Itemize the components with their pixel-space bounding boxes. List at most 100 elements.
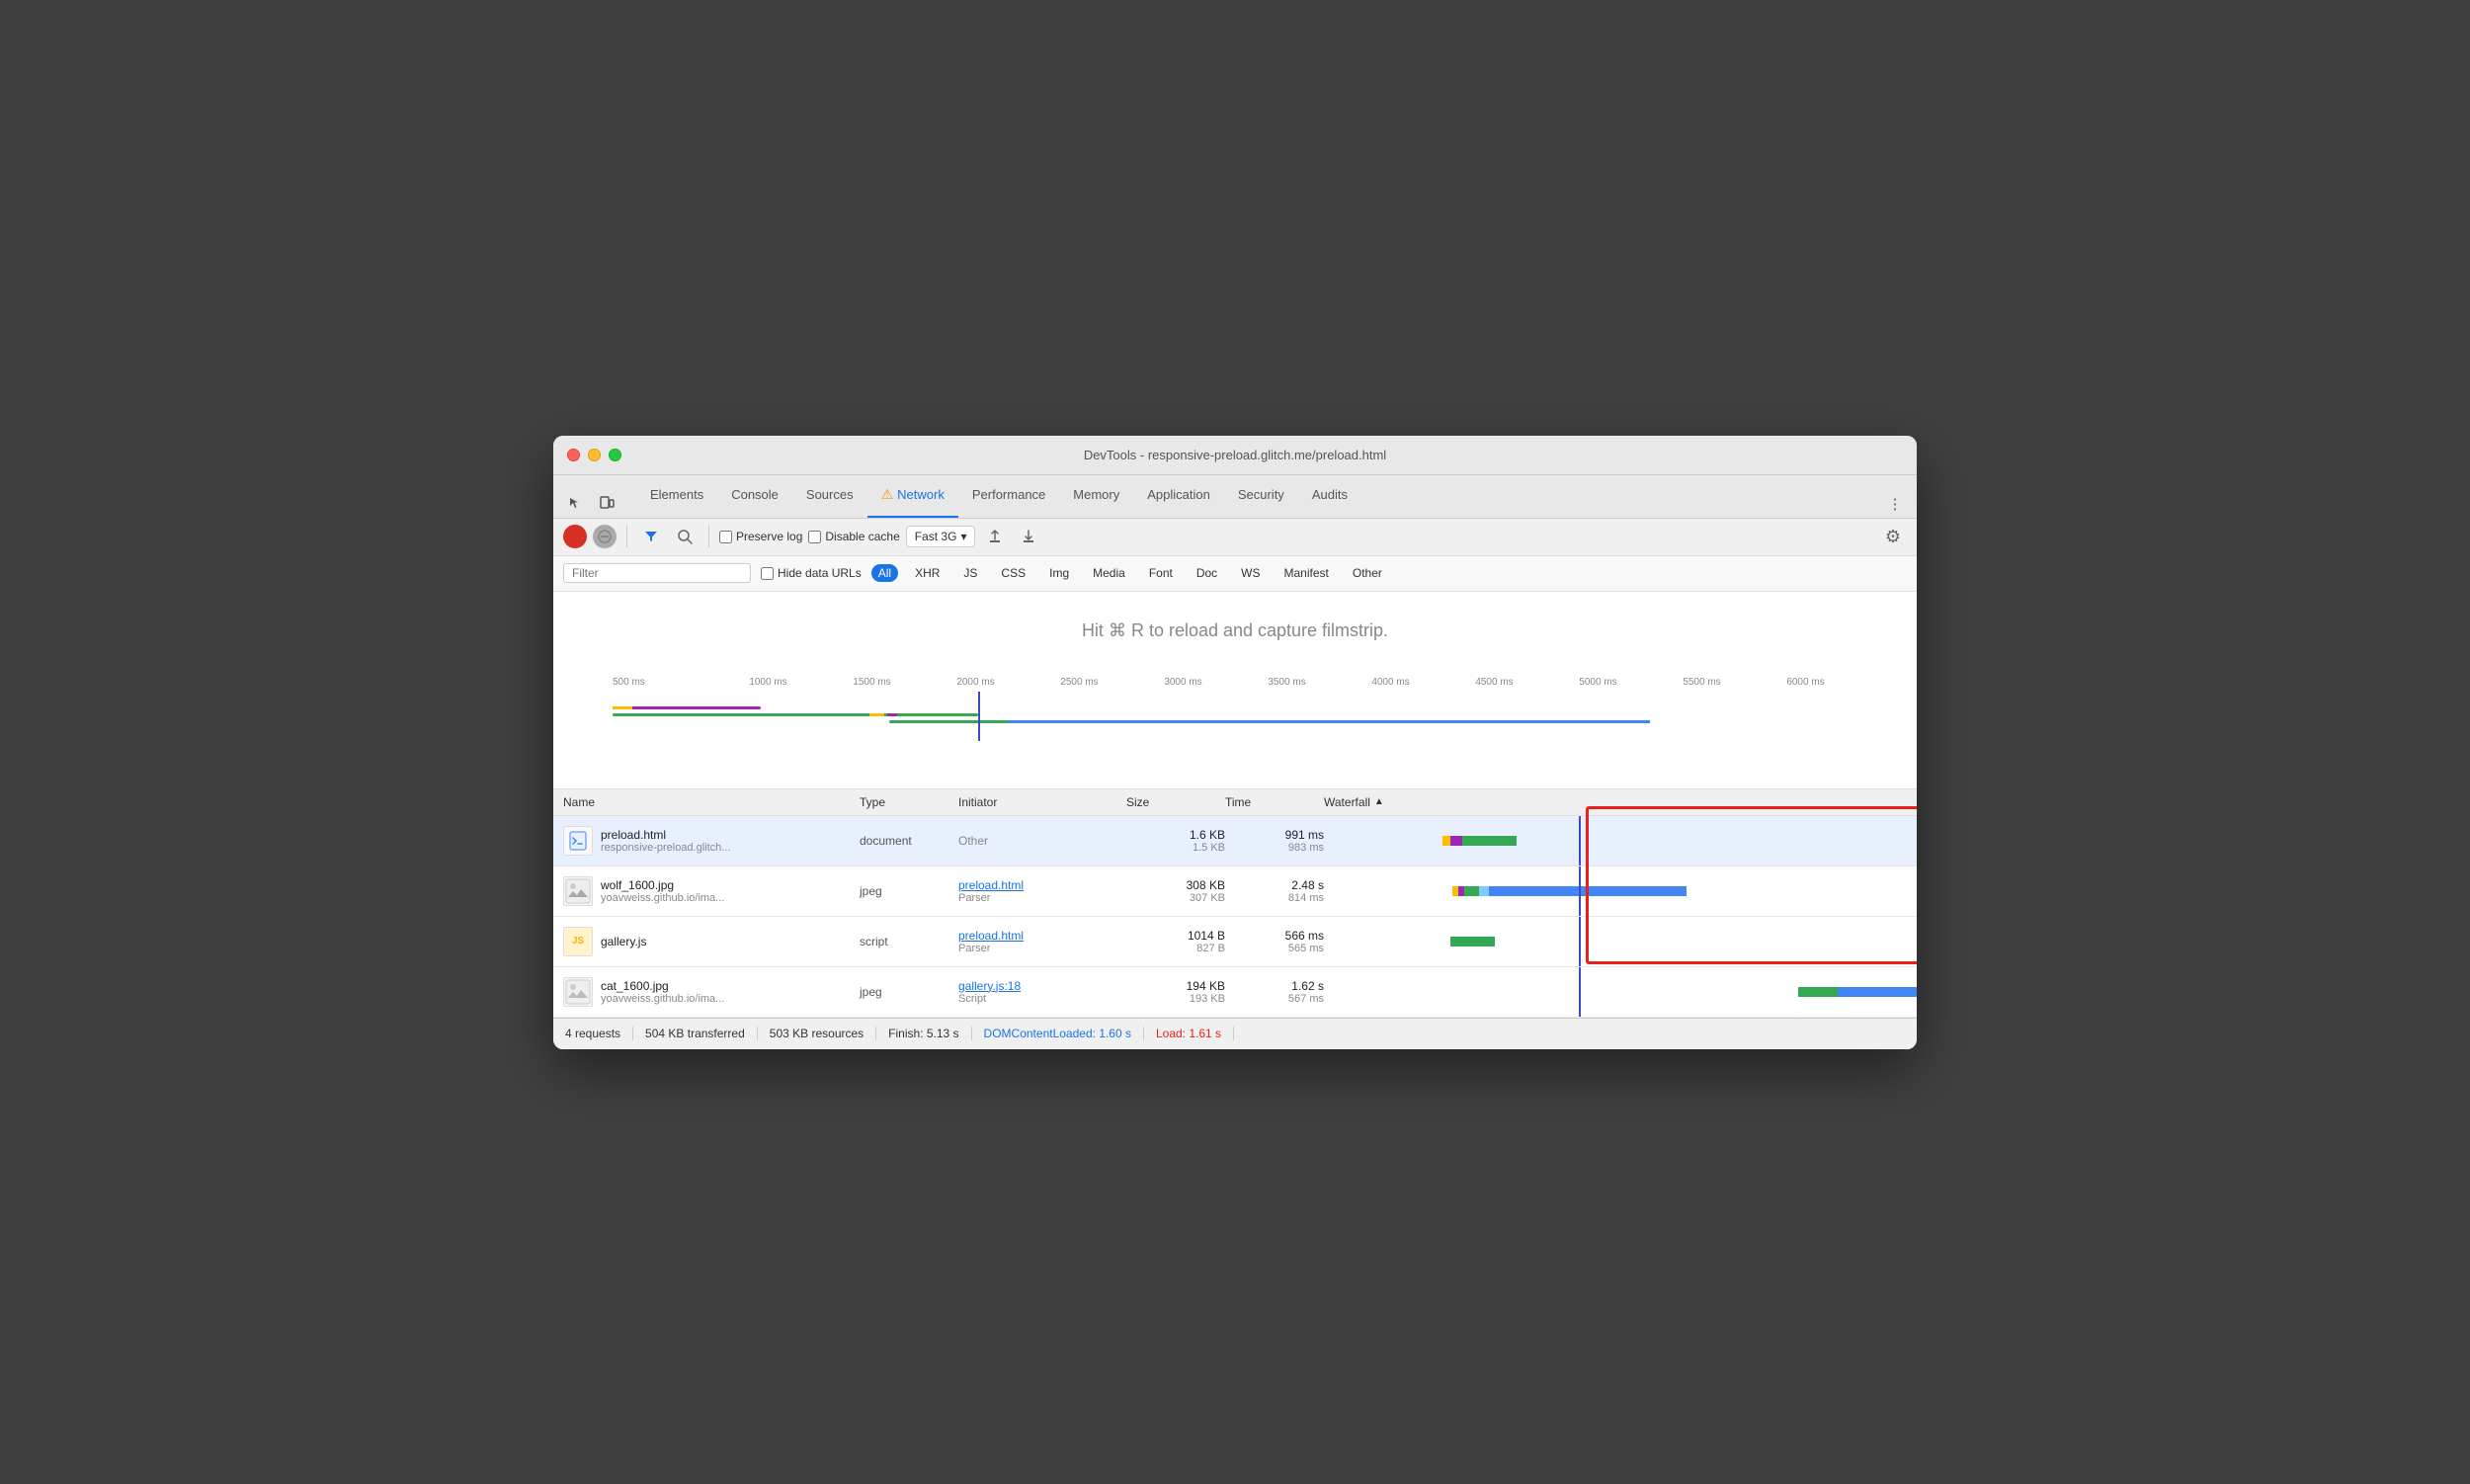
filter-chip-font[interactable]: Font <box>1142 564 1180 582</box>
download-icon[interactable] <box>1015 523 1042 550</box>
file-icon-wolf <box>563 876 593 906</box>
throttle-dropdown[interactable]: Fast 3G ▾ <box>906 526 976 547</box>
record-button[interactable] <box>563 525 587 548</box>
name-text-wolf: wolf_1600.jpg yoavweiss.github.io/ima... <box>601 878 724 904</box>
time-cell-preload: 991 ms 983 ms <box>1225 828 1324 854</box>
hide-data-urls-label[interactable]: Hide data URLs <box>761 566 862 580</box>
ruler-label-7: 4000 ms <box>1339 677 1442 688</box>
track-green-1 <box>613 713 978 716</box>
toolbar-right: ⚙ <box>1879 523 1907 550</box>
inspect-icon[interactable] <box>561 490 589 518</box>
filename-preload: preload.html <box>601 828 730 842</box>
traffic-lights <box>567 449 621 461</box>
preserve-log-label[interactable]: Preserve log <box>719 530 802 543</box>
tab-performance[interactable]: Performance <box>958 474 1059 518</box>
device-toolbar-icon[interactable] <box>593 490 620 518</box>
size-cell-wolf: 308 KB 307 KB <box>1126 878 1225 904</box>
maximize-button[interactable] <box>609 449 621 461</box>
ruler-label-8: 4500 ms <box>1442 677 1546 688</box>
preserve-log-checkbox[interactable] <box>719 531 732 543</box>
col-header-size[interactable]: Size <box>1126 795 1225 809</box>
filter-chip-manifest[interactable]: Manifest <box>1277 564 1336 582</box>
status-load: Load: 1.61 s <box>1144 1027 1234 1040</box>
tab-application[interactable]: Application <box>1133 474 1224 518</box>
col-header-time[interactable]: Time <box>1225 795 1324 809</box>
filter-chip-img[interactable]: Img <box>1042 564 1076 582</box>
clear-button[interactable] <box>593 525 617 548</box>
col-header-name[interactable]: Name <box>563 795 860 809</box>
network-table: Name Type Initiator Size Time Waterfall … <box>553 789 1917 1018</box>
ruler-labels: 500 ms 1000 ms 1500 ms 2000 ms 2500 ms 3… <box>553 677 1917 688</box>
ruler-label-1: 1000 ms <box>716 677 820 688</box>
more-tabs-icon[interactable]: ⋮ <box>1881 490 1909 518</box>
filter-chip-ws[interactable]: WS <box>1234 564 1267 582</box>
type-cell-preload: document <box>860 834 958 848</box>
filter-chip-doc[interactable]: Doc <box>1190 564 1224 582</box>
search-icon[interactable] <box>671 523 699 550</box>
table-row[interactable]: wolf_1600.jpg yoavweiss.github.io/ima...… <box>553 866 1917 917</box>
track-blue <box>1008 720 1650 723</box>
table-row[interactable]: JS gallery.js script preload.html Parser… <box>553 917 1917 967</box>
table-header: Name Type Initiator Size Time Waterfall … <box>553 789 1917 816</box>
tab-audits[interactable]: Audits <box>1298 474 1361 518</box>
sort-icon: ▲ <box>1374 796 1384 807</box>
waterfall-cell-cat <box>1324 967 1907 1017</box>
tabbar-more: ⋮ <box>1881 490 1909 518</box>
col-header-waterfall[interactable]: Waterfall ▲ <box>1324 795 1907 809</box>
filter-input[interactable] <box>563 563 751 583</box>
network-warning-icon: ⚠ <box>881 486 894 503</box>
track-yellow <box>869 713 884 716</box>
initiator-cell-wolf: preload.html Parser <box>958 878 1126 904</box>
initiator-cell-preload: Other <box>958 834 1126 848</box>
initiator-cell-gallery: preload.html Parser <box>958 929 1126 954</box>
filter-chip-all[interactable]: All <box>871 564 898 582</box>
tab-sources[interactable]: Sources <box>792 474 867 518</box>
devtools-window: DevTools - responsive-preload.glitch.me/… <box>553 436 1917 1049</box>
tab-memory[interactable]: Memory <box>1059 474 1133 518</box>
filterbar: Hide data URLs All XHR JS CSS Img Media … <box>553 556 1917 592</box>
track-purple <box>613 706 761 709</box>
waterfall-cell-gallery <box>1324 917 1907 966</box>
time-cell-wolf: 2.48 s 814 ms <box>1225 878 1324 904</box>
waterfall-cell-preload <box>1324 816 1907 866</box>
titlebar: DevTools - responsive-preload.glitch.me/… <box>553 436 1917 475</box>
settings-icon[interactable]: ⚙ <box>1879 523 1907 550</box>
tab-network[interactable]: ⚠ Network <box>867 474 958 518</box>
filter-chip-css[interactable]: CSS <box>994 564 1032 582</box>
tab-security[interactable]: Security <box>1224 474 1298 518</box>
time-cell-gallery: 566 ms 565 ms <box>1225 929 1324 954</box>
filter-icon[interactable] <box>637 523 665 550</box>
table-row[interactable]: preload.html responsive-preload.glitch..… <box>553 816 1917 866</box>
ruler-label-10: 5500 ms <box>1650 677 1754 688</box>
name-text-preload: preload.html responsive-preload.glitch..… <box>601 828 730 854</box>
col-header-type[interactable]: Type <box>860 795 958 809</box>
name-text-cat: cat_1600.jpg yoavweiss.github.io/ima... <box>601 979 724 1005</box>
name-cell-preload: preload.html responsive-preload.glitch..… <box>563 826 860 856</box>
close-button[interactable] <box>567 449 580 461</box>
filter-chip-media[interactable]: Media <box>1086 564 1132 582</box>
timeline-ruler: 500 ms 1000 ms 1500 ms 2000 ms 2500 ms 3… <box>553 671 1917 789</box>
file-icon-cat <box>563 977 593 1007</box>
minimize-button[interactable] <box>588 449 601 461</box>
tab-console[interactable]: Console <box>717 474 792 518</box>
time-cell-cat: 1.62 s 567 ms <box>1225 979 1324 1005</box>
filter-chip-xhr[interactable]: XHR <box>908 564 947 582</box>
col-header-initiator[interactable]: Initiator <box>958 795 1126 809</box>
table-row[interactable]: cat_1600.jpg yoavweiss.github.io/ima... … <box>553 967 1917 1018</box>
file-icon-gallery: JS <box>563 927 593 956</box>
ruler-label-9: 5000 ms <box>1546 677 1650 688</box>
upload-icon[interactable] <box>981 523 1009 550</box>
name-cell-cat: cat_1600.jpg yoavweiss.github.io/ima... <box>563 977 860 1007</box>
disable-cache-label[interactable]: Disable cache <box>808 530 899 543</box>
tabbar: Elements Console Sources ⚠ Network Perfo… <box>553 475 1917 519</box>
disable-cache-checkbox[interactable] <box>808 531 821 543</box>
statusbar: 4 requests 504 KB transferred 503 KB res… <box>553 1018 1917 1049</box>
name-cell-gallery: JS gallery.js <box>563 927 860 956</box>
ruler-label-4: 2500 ms <box>1028 677 1131 688</box>
filter-chip-other[interactable]: Other <box>1346 564 1389 582</box>
tab-elements[interactable]: Elements <box>636 474 717 518</box>
initiator-cell-cat: gallery.js:18 Script <box>958 979 1126 1005</box>
size-cell-cat: 194 KB 193 KB <box>1126 979 1225 1005</box>
hide-data-urls-checkbox[interactable] <box>761 567 774 580</box>
filter-chip-js[interactable]: JS <box>956 564 984 582</box>
